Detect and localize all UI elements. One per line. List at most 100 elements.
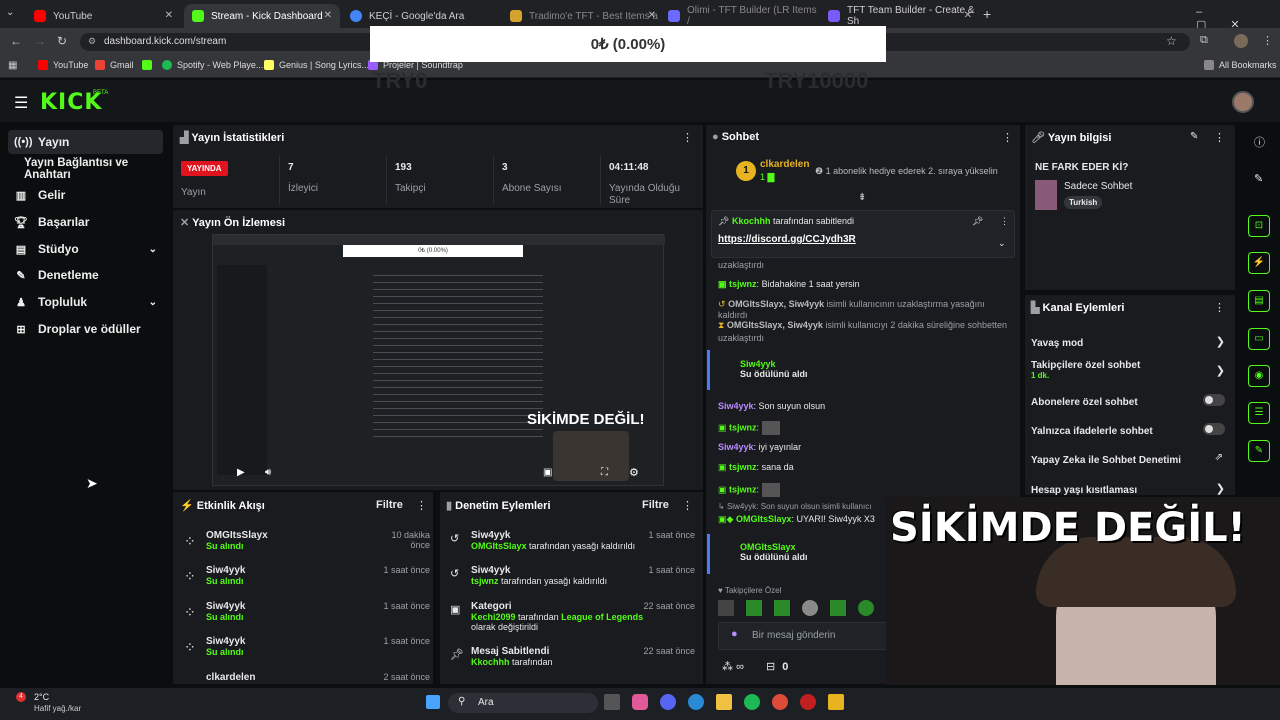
chat-username[interactable]: OMGItsSlayx <box>740 542 808 552</box>
unpin-icon[interactable]: 📌︎ <box>972 216 983 227</box>
chat-username[interactable]: Siw4yyk <box>718 442 754 452</box>
chat-username[interactable]: tsjwnz <box>729 462 757 472</box>
subscribers-toggle[interactable] <box>1203 394 1225 406</box>
tab-list-icon[interactable]: ⌄ <box>6 7 14 18</box>
sidebar-item-droplar[interactable]: ⊞ Droplar ve ödüller <box>8 317 163 341</box>
tab-kick-dashboard[interactable]: Stream - Kick Dashboard ✕ <box>184 4 340 28</box>
tab-youtube[interactable]: YouTube ✕ <box>26 4 181 28</box>
volume-icon[interactable]: 🔊︎ <box>265 467 271 478</box>
copilot-icon[interactable] <box>632 694 648 710</box>
category-name[interactable]: Sadece Sohbet <box>1064 181 1132 192</box>
channel-actions-menu-icon[interactable]: ⋮ <box>1214 301 1225 314</box>
chat-username[interactable]: OMGItsSlayx <box>736 514 792 524</box>
quick-action-broadcast[interactable]: ◉ <box>1248 365 1270 387</box>
user-avatar[interactable] <box>1232 91 1254 113</box>
tab-google[interactable]: KEÇİ - Google'da Ara <box>342 4 500 28</box>
fullscreen-icon[interactable]: ⛶ <box>601 467 608 478</box>
top-gifter-name[interactable]: clkardelen <box>760 159 809 170</box>
chat-username[interactable]: Siw4yyk <box>740 359 808 369</box>
category-thumbnail[interactable] <box>1035 180 1057 210</box>
sidebar-item-gelir[interactable]: ▥ Gelir <box>8 183 163 207</box>
bookmark-genius[interactable]: Genius | Song Lyrics... <box>264 60 369 70</box>
language-tag[interactable]: Turkish <box>1064 196 1103 209</box>
chat-username[interactable]: OMGItsSlayx, Siw4yyk <box>727 320 823 330</box>
modlog-menu-icon[interactable]: ⋮ <box>682 499 693 512</box>
chrome-icon[interactable] <box>772 694 788 710</box>
quick-action-target[interactable]: ⊡ <box>1248 215 1270 237</box>
reload-icon[interactable]: ↻ <box>57 34 67 48</box>
slow-mode-row[interactable]: Yavaş mod ❯ <box>1031 335 1229 349</box>
quick-action-chat[interactable]: ▭ <box>1248 328 1270 350</box>
bookmark-youtube[interactable]: YouTube <box>38 60 88 70</box>
bookmark-star-icon[interactable]: ☆ <box>1166 34 1177 48</box>
site-info-icon[interactable]: ⚙ <box>88 36 96 47</box>
app-icon[interactable] <box>800 694 816 710</box>
discord-icon[interactable] <box>660 694 676 710</box>
emote-image[interactable] <box>858 600 874 616</box>
chat-username[interactable]: Siw4yyk <box>718 401 754 411</box>
sidebar-item-yayin[interactable]: ((•)) Yayın <box>8 130 163 154</box>
followers-chat-row[interactable]: Takipçilere özel sohbet 1 dk. ❯ <box>1031 360 1229 384</box>
activity-menu-icon[interactable]: ⋮ <box>416 499 427 512</box>
pinned-by[interactable]: Kkochhh <box>732 216 771 226</box>
gift-box-icon[interactable]: ⊟ <box>766 661 775 673</box>
emote-only-toggle[interactable] <box>1203 423 1225 435</box>
stats-menu-icon[interactable]: ⋮ <box>682 131 693 144</box>
settings-gear-icon[interactable]: ⚙ <box>629 466 639 479</box>
apps-icon[interactable]: ▦ <box>8 60 17 71</box>
clip-icon[interactable]: ▣ <box>543 467 552 478</box>
back-icon[interactable]: ← <box>10 34 22 48</box>
task-view-icon[interactable] <box>604 694 620 710</box>
tab-tft-team-builder[interactable]: TFT Team Builder - Create & Sh ✕ <box>820 4 980 28</box>
emote-image[interactable] <box>774 600 790 616</box>
sidebar-item-topluluk[interactable]: ♟ Topluluk ⌄ <box>8 290 163 314</box>
emote-image[interactable] <box>746 600 762 616</box>
bookmark-spotify[interactable]: Spotify - Web Playe... <box>162 60 263 70</box>
chat-menu-icon[interactable]: ⋮ <box>1002 131 1013 144</box>
quick-action-list[interactable]: ☰ <box>1248 402 1270 424</box>
chat-username[interactable]: tsjwnz <box>729 422 757 432</box>
forward-icon[interactable]: → <box>34 34 46 48</box>
pinned-link[interactable]: https://discord.gg/CCJydh3R <box>718 234 856 245</box>
bookmark-kick[interactable] <box>142 60 157 70</box>
chevron-down-icon[interactable]: ⌄ <box>998 238 1006 249</box>
close-icon[interactable]: ✕ <box>165 10 173 21</box>
windows-start-icon[interactable] <box>426 695 440 709</box>
chat-username[interactable]: tsjwnz <box>729 484 757 494</box>
close-icon[interactable]: ✕ <box>648 10 656 21</box>
bookmark-gmail[interactable]: Gmail <box>95 60 134 70</box>
new-tab-icon[interactable]: + <box>983 6 991 22</box>
ai-moderation-row[interactable]: Yapay Zeka ile Sohbet Denetimi ⇗ <box>1031 452 1229 466</box>
app-icon[interactable] <box>828 694 844 710</box>
file-explorer-icon[interactable] <box>716 694 732 710</box>
collapse-icon[interactable]: ⇟ <box>858 192 866 203</box>
close-icon[interactable]: ✕ <box>964 10 972 21</box>
weather-temp[interactable]: 2°C <box>34 692 49 702</box>
pinned-menu-icon[interactable]: ⋮ <box>1000 216 1009 227</box>
gift-prompt[interactable]: ❷ 1 abonelik hediye ederek 2. sıraya yük… <box>815 166 998 177</box>
hamburger-menu-icon[interactable]: ☰ <box>14 93 28 113</box>
tab-tft-builder[interactable]: Olimi - TFT Builder (LR Items / <box>660 4 818 28</box>
account-age-row[interactable]: Hesap yaşı kısıtlaması ❯ <box>1031 482 1229 496</box>
close-icon[interactable]: ✕ <box>324 10 332 21</box>
quick-action-lightning[interactable]: ⚡ <box>1248 252 1270 274</box>
activity-filter-button[interactable]: Filtre <box>376 499 403 511</box>
stream-info-menu-icon[interactable]: ⋮ <box>1214 131 1225 144</box>
sidebar-item-stream-key[interactable]: Yayın Bağlantısı ve Anahtarı <box>18 157 170 181</box>
play-icon[interactable]: ▶ <box>237 467 245 478</box>
modlog-filter-button[interactable]: Filtre <box>642 499 669 511</box>
emote-image[interactable] <box>802 600 818 616</box>
taskbar-search[interactable]: Ara <box>448 693 598 713</box>
sidebar-item-denetleme[interactable]: ✎ Denetleme <box>8 263 163 287</box>
stream-preview-video[interactable]: 0₺ (0.00%) SİKİMDE DEĞİL! ▶ 🔊︎ ▣ ⛶ ⚙ <box>212 234 665 486</box>
microphone-icon[interactable]: ● <box>731 628 738 640</box>
spotify-icon[interactable] <box>744 694 760 710</box>
quick-action-clipboard[interactable]: ▤ <box>1248 290 1270 312</box>
points-icon[interactable]: ⁂ <box>722 661 733 673</box>
menu-icon[interactable]: ⋮ <box>1262 34 1273 47</box>
extensions-icon[interactable]: ⧉ <box>1200 34 1208 47</box>
info-icon[interactable]: ⓘ <box>1254 134 1265 150</box>
tab-tft-items[interactable]: Tradimo'e TFT - Best Items a ✕ <box>502 4 658 28</box>
quick-action-wrench[interactable]: ✎ <box>1248 440 1270 462</box>
pencil-icon[interactable]: ✎ <box>1254 172 1263 185</box>
